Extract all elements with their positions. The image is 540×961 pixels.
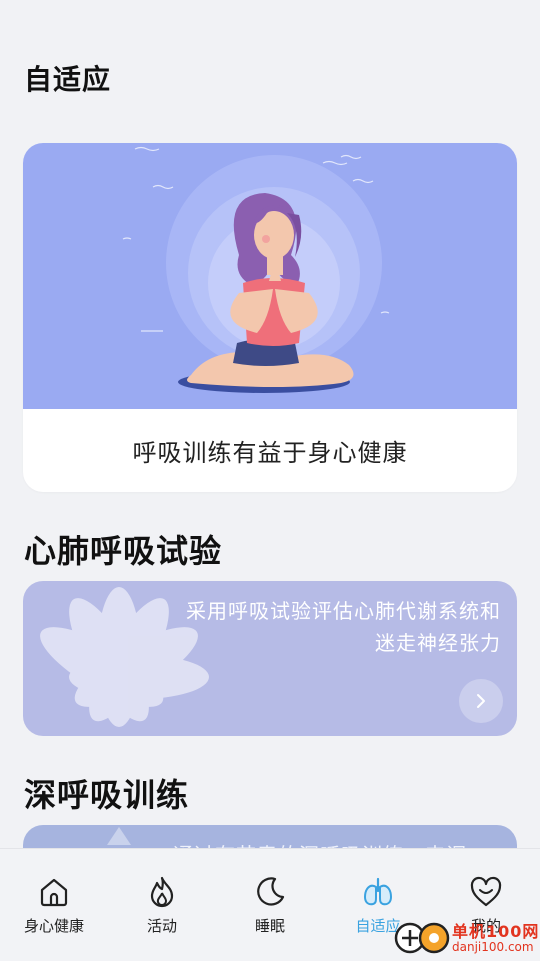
watermark-logo-icon <box>394 922 450 954</box>
cardio-desc-line2: 迷走神经张力 <box>375 631 501 655</box>
cardio-test-card[interactable]: 采用呼吸试验评估心肺代谢系统和 迷走神经张力 <box>23 581 517 736</box>
cardio-arrow-button[interactable] <box>459 679 503 723</box>
tab-wellbeing[interactable]: 身心健康 <box>0 849 108 961</box>
flame-icon <box>150 876 174 908</box>
cardio-section-title: 心肺呼吸试验 <box>24 532 223 570</box>
house-icon <box>40 878 68 907</box>
watermark-text: 单机100网 <box>452 922 540 941</box>
hero-caption: 呼吸训练有益于身心健康 <box>132 439 408 467</box>
breathing-benefit-card[interactable]: 呼吸训练有益于身心健康 <box>23 143 517 492</box>
site-watermark: 单机100网 danji100.com <box>394 916 540 960</box>
moon-icon <box>257 877 285 906</box>
tab-activity[interactable]: 活动 <box>108 849 216 961</box>
watermark-url: danji100.com <box>452 940 534 954</box>
meditation-illustration <box>23 143 517 409</box>
deep-breath-section-title: 深呼吸训练 <box>24 776 190 814</box>
smile-heart-icon <box>470 876 502 907</box>
tab-sleep[interactable]: 睡眠 <box>216 849 324 961</box>
tab-label: 活动 <box>146 917 177 935</box>
page-title: 自适应 <box>24 63 112 96</box>
tab-label: 身心健康 <box>23 917 84 935</box>
tab-label: 睡眠 <box>254 917 285 935</box>
chevron-right-icon <box>477 694 485 708</box>
cardio-desc-line1: 采用呼吸试验评估心肺代谢系统和 <box>186 599 501 623</box>
lungs-icon <box>363 877 393 906</box>
